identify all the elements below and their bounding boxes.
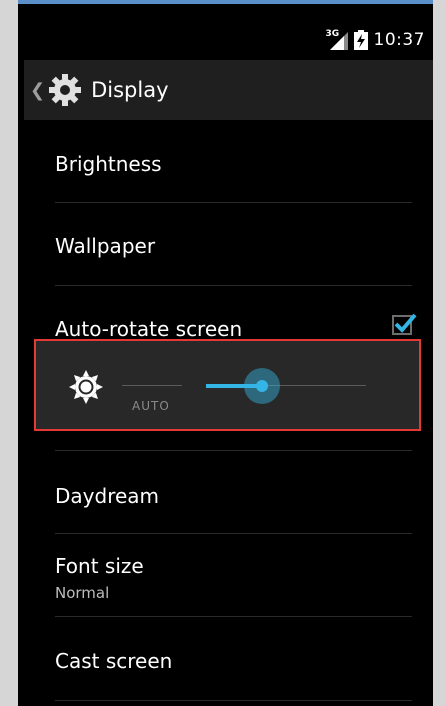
setting-item-title: Daydream (55, 484, 160, 508)
page-title: Display (91, 78, 169, 102)
checkmark-icon (394, 313, 417, 333)
action-bar: ❮ Display (24, 60, 433, 120)
window-right-border (433, 0, 445, 706)
divider (55, 285, 412, 286)
setting-item-summary: Normal (55, 584, 110, 602)
setting-item-daydream[interactable]: Daydream (55, 484, 412, 508)
setting-item-title: Auto-rotate screen (55, 317, 243, 341)
brightness-dialog: AUTO (34, 339, 421, 431)
setting-item-auto-rotate[interactable]: Auto-rotate screen (55, 313, 417, 341)
setting-item-title: Cast screen (55, 649, 173, 673)
setting-item-cast-screen[interactable]: Cast screen (55, 649, 412, 673)
setting-item-font-size[interactable]: Font size Normal (55, 554, 412, 602)
divider (55, 700, 412, 701)
setting-item-title: Font size (55, 554, 144, 578)
divider (55, 616, 412, 617)
setting-item-wallpaper[interactable]: Wallpaper (55, 234, 412, 258)
brightness-sun-icon (69, 370, 103, 404)
signal-3g-icon: 3G (326, 29, 348, 50)
setting-item-brightness[interactable]: Brightness (55, 152, 412, 176)
divider (55, 202, 412, 203)
auto-brightness-label[interactable]: AUTO (132, 399, 170, 413)
setting-item-title: Brightness (55, 152, 162, 176)
window-left-border (0, 0, 18, 706)
divider (55, 533, 412, 534)
divider (55, 450, 412, 451)
setting-item-title: Wallpaper (55, 234, 156, 258)
auto-toggle-line[interactable] (122, 385, 182, 386)
auto-rotate-checkbox[interactable] (392, 313, 417, 335)
gear-icon[interactable] (47, 72, 83, 108)
device-screen: 3G 10:37 ❮ Display Brightness Wallpaper … (18, 4, 433, 706)
up-caret-icon[interactable]: ❮ (30, 80, 45, 101)
status-clock: 10:37 (373, 30, 425, 50)
battery-charging-icon (353, 30, 368, 50)
status-bar: 3G 10:37 (18, 4, 433, 50)
status-icons: 3G 10:37 (326, 29, 426, 50)
brightness-slider-thumb[interactable] (256, 380, 268, 392)
